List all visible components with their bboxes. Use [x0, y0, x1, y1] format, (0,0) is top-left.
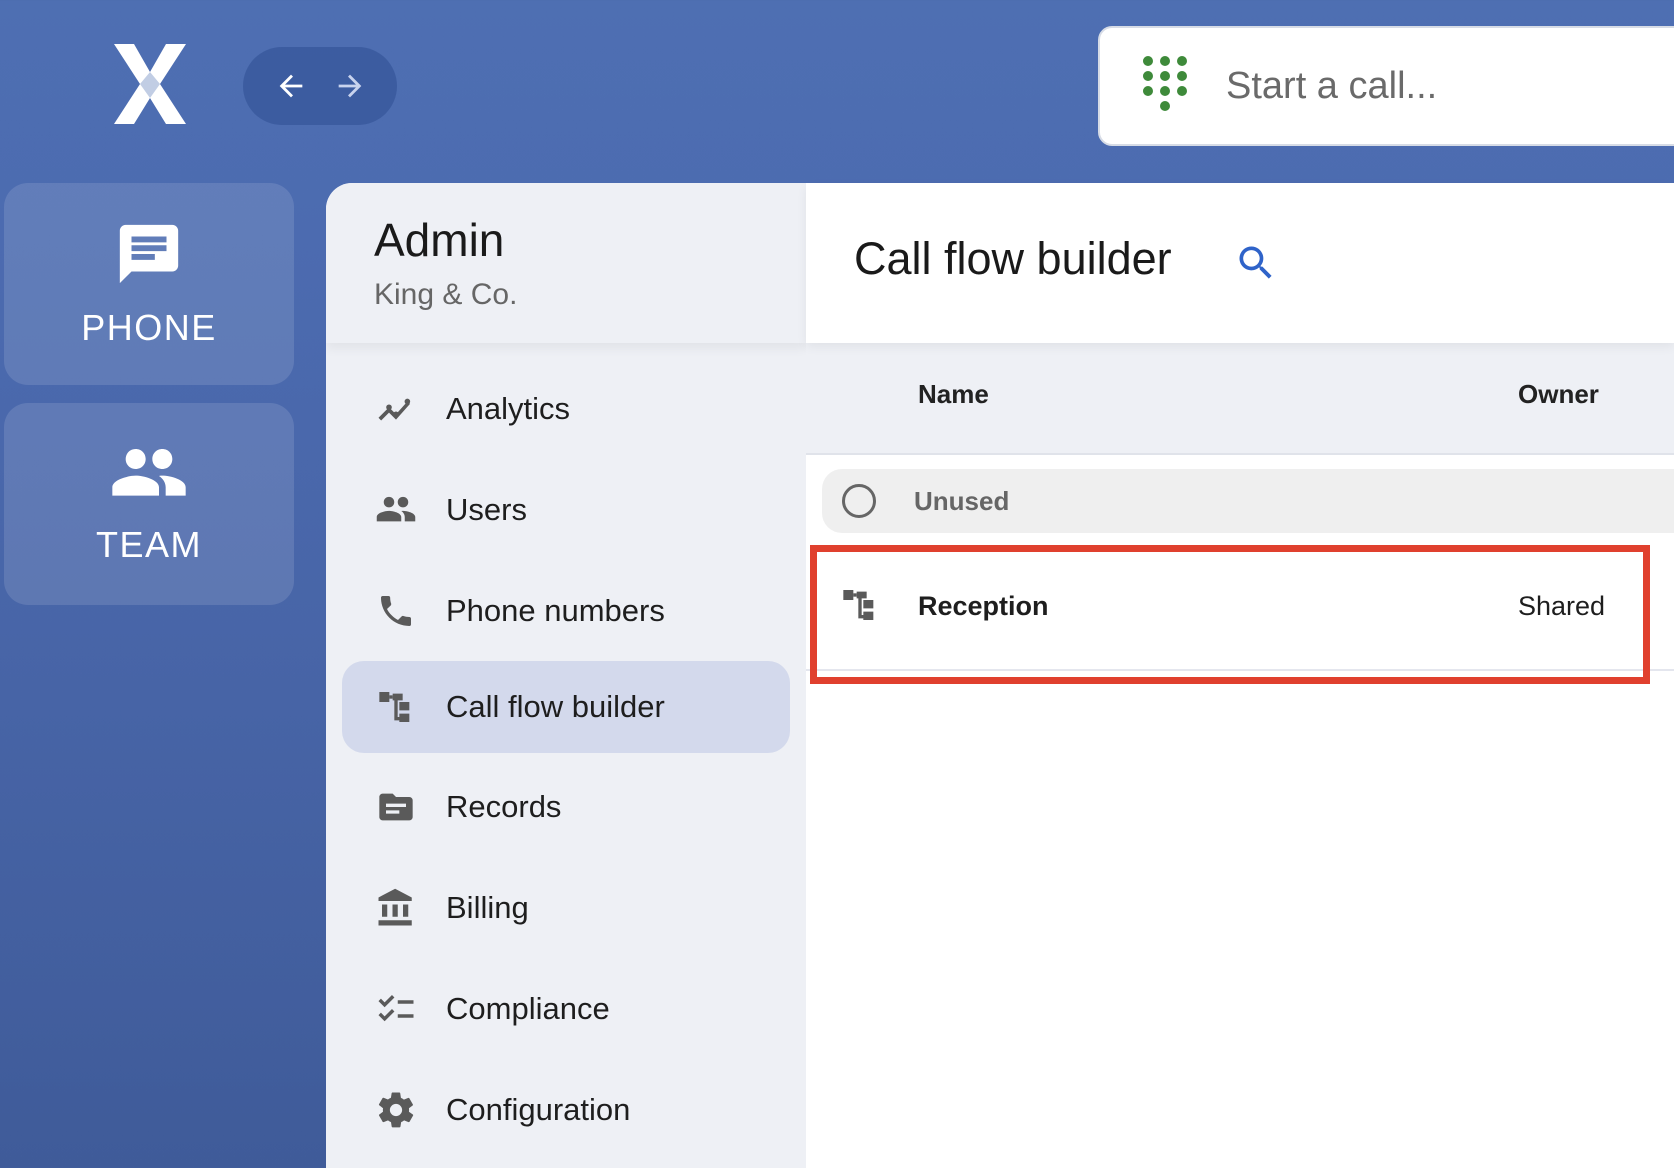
rail-phone[interactable]: PHONE [4, 183, 294, 385]
search-button[interactable] [1234, 241, 1278, 285]
unused-label: Unused [914, 485, 1010, 516]
forward-button[interactable] [330, 66, 370, 106]
menu-label: Call flow builder [446, 689, 665, 724]
team-icon [112, 449, 186, 496]
menu-label: Users [446, 492, 527, 527]
menu-item-compliance[interactable]: Compliance [342, 963, 790, 1055]
history-nav [243, 47, 397, 125]
gear-icon [374, 1088, 418, 1132]
admin-panel: Admin King & Co. Analytics Users Phone n… [326, 183, 806, 1168]
checklist-icon [374, 987, 418, 1031]
app-logo [110, 42, 190, 126]
call-flow-icon [374, 685, 418, 729]
call-flow-icon [840, 585, 880, 625]
rail-team[interactable]: TEAM [4, 403, 294, 605]
menu-item-records[interactable]: Records [342, 761, 790, 853]
main-header: Call flow builder [806, 183, 1674, 343]
unused-filter[interactable]: Unused [822, 469, 1674, 533]
menu-label: Billing [446, 890, 529, 925]
menu-item-call-flow-builder[interactable]: Call flow builder [342, 661, 790, 753]
row-owner: Shared [1518, 591, 1606, 621]
row-name: Reception [918, 591, 1049, 621]
back-button[interactable] [271, 66, 311, 106]
search-icon [1239, 246, 1272, 279]
menu-item-users[interactable]: Users [342, 464, 790, 556]
admin-title: Admin [374, 214, 505, 266]
start-call-input[interactable] [1224, 63, 1648, 109]
phone-icon [374, 589, 418, 633]
start-call-bar [1098, 26, 1674, 146]
rail-phone-label: PHONE [81, 307, 217, 348]
menu-label: Analytics [446, 391, 571, 426]
menu-label: Compliance [446, 991, 610, 1026]
menu-label: Records [446, 789, 562, 824]
analytics-icon [374, 387, 418, 431]
menu-label: Configuration [446, 1092, 631, 1127]
table-header: Name Owner [806, 343, 1674, 455]
bank-icon [374, 886, 418, 930]
folder-icon [374, 785, 418, 829]
main-content: Call flow builder Name Owner Unused Rece… [806, 183, 1674, 1168]
arrow-right-icon [338, 74, 361, 98]
menu-item-analytics[interactable]: Analytics [342, 363, 790, 455]
dialpad-icon[interactable] [1140, 54, 1190, 118]
menu-label: Phone numbers [446, 593, 665, 628]
admin-header: Admin King & Co. [326, 183, 806, 343]
menu-item-phone-numbers[interactable]: Phone numbers [342, 565, 790, 657]
arrow-left-icon [279, 74, 302, 98]
table-row[interactable]: Reception Shared [806, 551, 1674, 671]
menu-item-configuration[interactable]: Configuration [342, 1064, 790, 1156]
users-icon [374, 488, 418, 532]
column-header-name[interactable]: Name [918, 379, 989, 410]
page-title: Call flow builder [854, 233, 1172, 284]
company-name: King & Co. [374, 278, 518, 311]
column-header-owner[interactable]: Owner [1518, 379, 1599, 410]
menu-item-billing[interactable]: Billing [342, 862, 790, 954]
rail-team-label: TEAM [95, 524, 202, 565]
unused-radio[interactable] [842, 484, 876, 518]
message-icon [119, 224, 179, 284]
